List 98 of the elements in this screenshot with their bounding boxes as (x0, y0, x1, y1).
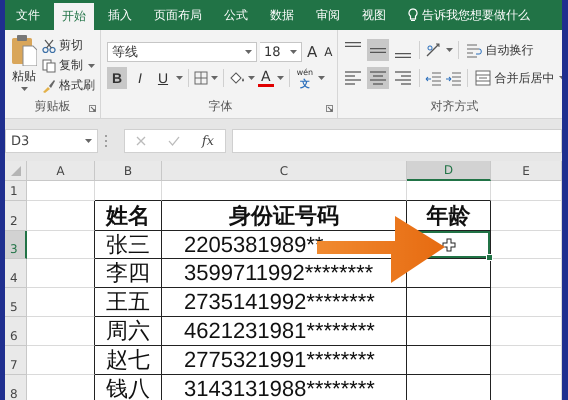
ribbon-tab[interactable]: 审阅 (308, 0, 348, 30)
decrease-indent-icon[interactable] (425, 70, 442, 86)
paste-button[interactable]: 粘贴 (8, 34, 40, 98)
align-center-icon (369, 71, 388, 85)
increase-indent-icon[interactable] (445, 70, 462, 86)
caret-icon[interactable] (318, 76, 326, 80)
table-cell: 李四 (95, 259, 162, 288)
align-top-icon (345, 42, 362, 47)
tell-me-search[interactable]: 告诉我您想要做什么 (422, 6, 530, 24)
group-label: 剪贴板 (34, 98, 72, 115)
ribbon-tab[interactable]: 数据 (262, 0, 302, 30)
fill-handle[interactable] (486, 254, 493, 261)
caret-icon[interactable] (85, 139, 92, 143)
row-header[interactable]: 1 (5, 181, 27, 201)
align-center-button[interactable] (367, 67, 390, 89)
phonetic-button[interactable]: wén 文 (294, 66, 316, 90)
lightbulb-icon (408, 8, 418, 22)
empty-cell (491, 288, 562, 317)
caret-icon[interactable] (245, 50, 252, 54)
table-header-cell: 姓名 (95, 201, 162, 231)
empty-cell (95, 181, 162, 201)
italic-button[interactable]: I (130, 67, 150, 89)
borders-icon[interactable] (194, 71, 208, 85)
format-painter-button[interactable]: 格式刷 (40, 76, 97, 95)
fill-bucket-icon[interactable] (229, 71, 245, 85)
merge-center-button[interactable]: 合并后居中 (473, 68, 556, 88)
empty-cell (491, 317, 562, 346)
ribbon-tab[interactable]: 页面布局 (146, 0, 210, 30)
shrink-font-button[interactable]: A (322, 44, 334, 60)
column-header[interactable]: B (95, 161, 162, 181)
copy-button[interactable]: 复制 (40, 56, 85, 75)
align-right-icon (394, 71, 412, 85)
ribbon-tab[interactable]: 视图 (354, 0, 394, 30)
ribbon-tab[interactable]: 公式 (216, 0, 256, 30)
brush-icon (42, 78, 56, 92)
table-cell: 2735141992******** (162, 288, 407, 317)
align-middle-button[interactable] (367, 39, 390, 61)
caret-icon[interactable] (88, 64, 95, 68)
font-color-button[interactable]: A (258, 70, 274, 86)
empty-cell (491, 259, 562, 288)
table-cell: 3143131988******** (162, 375, 407, 400)
bold-button[interactable]: B (107, 67, 127, 89)
insert-function-button[interactable]: fx (202, 134, 214, 148)
more-options-icon[interactable] (104, 134, 108, 148)
wrap-text-icon (466, 42, 482, 58)
table-cell: 赵七 (95, 346, 162, 375)
caret-icon[interactable] (290, 50, 297, 54)
align-middle-icon (370, 48, 386, 52)
caret-icon[interactable] (446, 48, 454, 52)
empty-cell (491, 346, 562, 375)
caret-icon[interactable] (248, 76, 255, 80)
underline-button[interactable]: U (153, 67, 173, 89)
name-box[interactable]: D3 (5, 129, 98, 153)
row-header[interactable]: 2 (5, 201, 27, 231)
plus-cursor-icon (442, 238, 456, 252)
column-header[interactable]: D (407, 161, 491, 181)
grow-font-button[interactable]: A (305, 42, 320, 62)
table-cell: 钱八 (95, 375, 162, 400)
empty-cell (491, 201, 562, 231)
cut-button[interactable]: 剪切 (40, 36, 97, 55)
column-header[interactable]: C (162, 161, 407, 181)
caret-icon[interactable] (20, 87, 28, 91)
merge-cells-icon (475, 70, 492, 86)
ribbon-tab[interactable]: 开始 (54, 3, 94, 30)
dialog-launcher-icon[interactable] (326, 105, 334, 112)
table-cell: 4621231981******** (162, 317, 407, 346)
caret-icon[interactable] (276, 76, 284, 80)
font-size-field[interactable]: 18 (260, 42, 302, 62)
row-header[interactable]: 4 (5, 259, 27, 288)
row-header[interactable]: 8 (5, 375, 27, 400)
align-bottom-icon (395, 53, 412, 58)
ribbon-tab[interactable]: 插入 (100, 0, 140, 30)
copy-icon (42, 58, 56, 72)
empty-cell (491, 231, 562, 259)
row-header[interactable]: 3 (5, 231, 27, 259)
scissors-icon (42, 38, 56, 52)
caret-icon[interactable] (176, 76, 183, 80)
dialog-launcher-icon[interactable] (89, 105, 96, 112)
clipboard-icon (11, 34, 37, 66)
table-cell: 王五 (95, 288, 162, 317)
check-icon[interactable] (168, 136, 180, 146)
group-label: 字体 (208, 98, 234, 115)
column-header[interactable]: E (491, 161, 562, 181)
row-header[interactable]: 5 (5, 288, 27, 317)
align-left-icon (344, 71, 362, 85)
wrap-text-button[interactable]: 自动换行 (464, 40, 536, 60)
group-label: 对齐方式 (429, 98, 480, 115)
caret-icon[interactable] (211, 76, 218, 80)
font-name-field[interactable]: 等线 (107, 42, 257, 62)
table-cell: 周六 (95, 317, 162, 346)
table-cell: 张三 (95, 231, 162, 259)
ribbon-tab[interactable]: 文件 (8, 0, 48, 30)
row-header[interactable]: 6 (5, 317, 27, 346)
column-header[interactable]: A (27, 161, 95, 181)
row-header[interactable]: 7 (5, 346, 27, 375)
empty-cell (491, 181, 562, 201)
formula-input[interactable] (232, 129, 562, 153)
table-cell: 2775321991******** (162, 346, 407, 375)
